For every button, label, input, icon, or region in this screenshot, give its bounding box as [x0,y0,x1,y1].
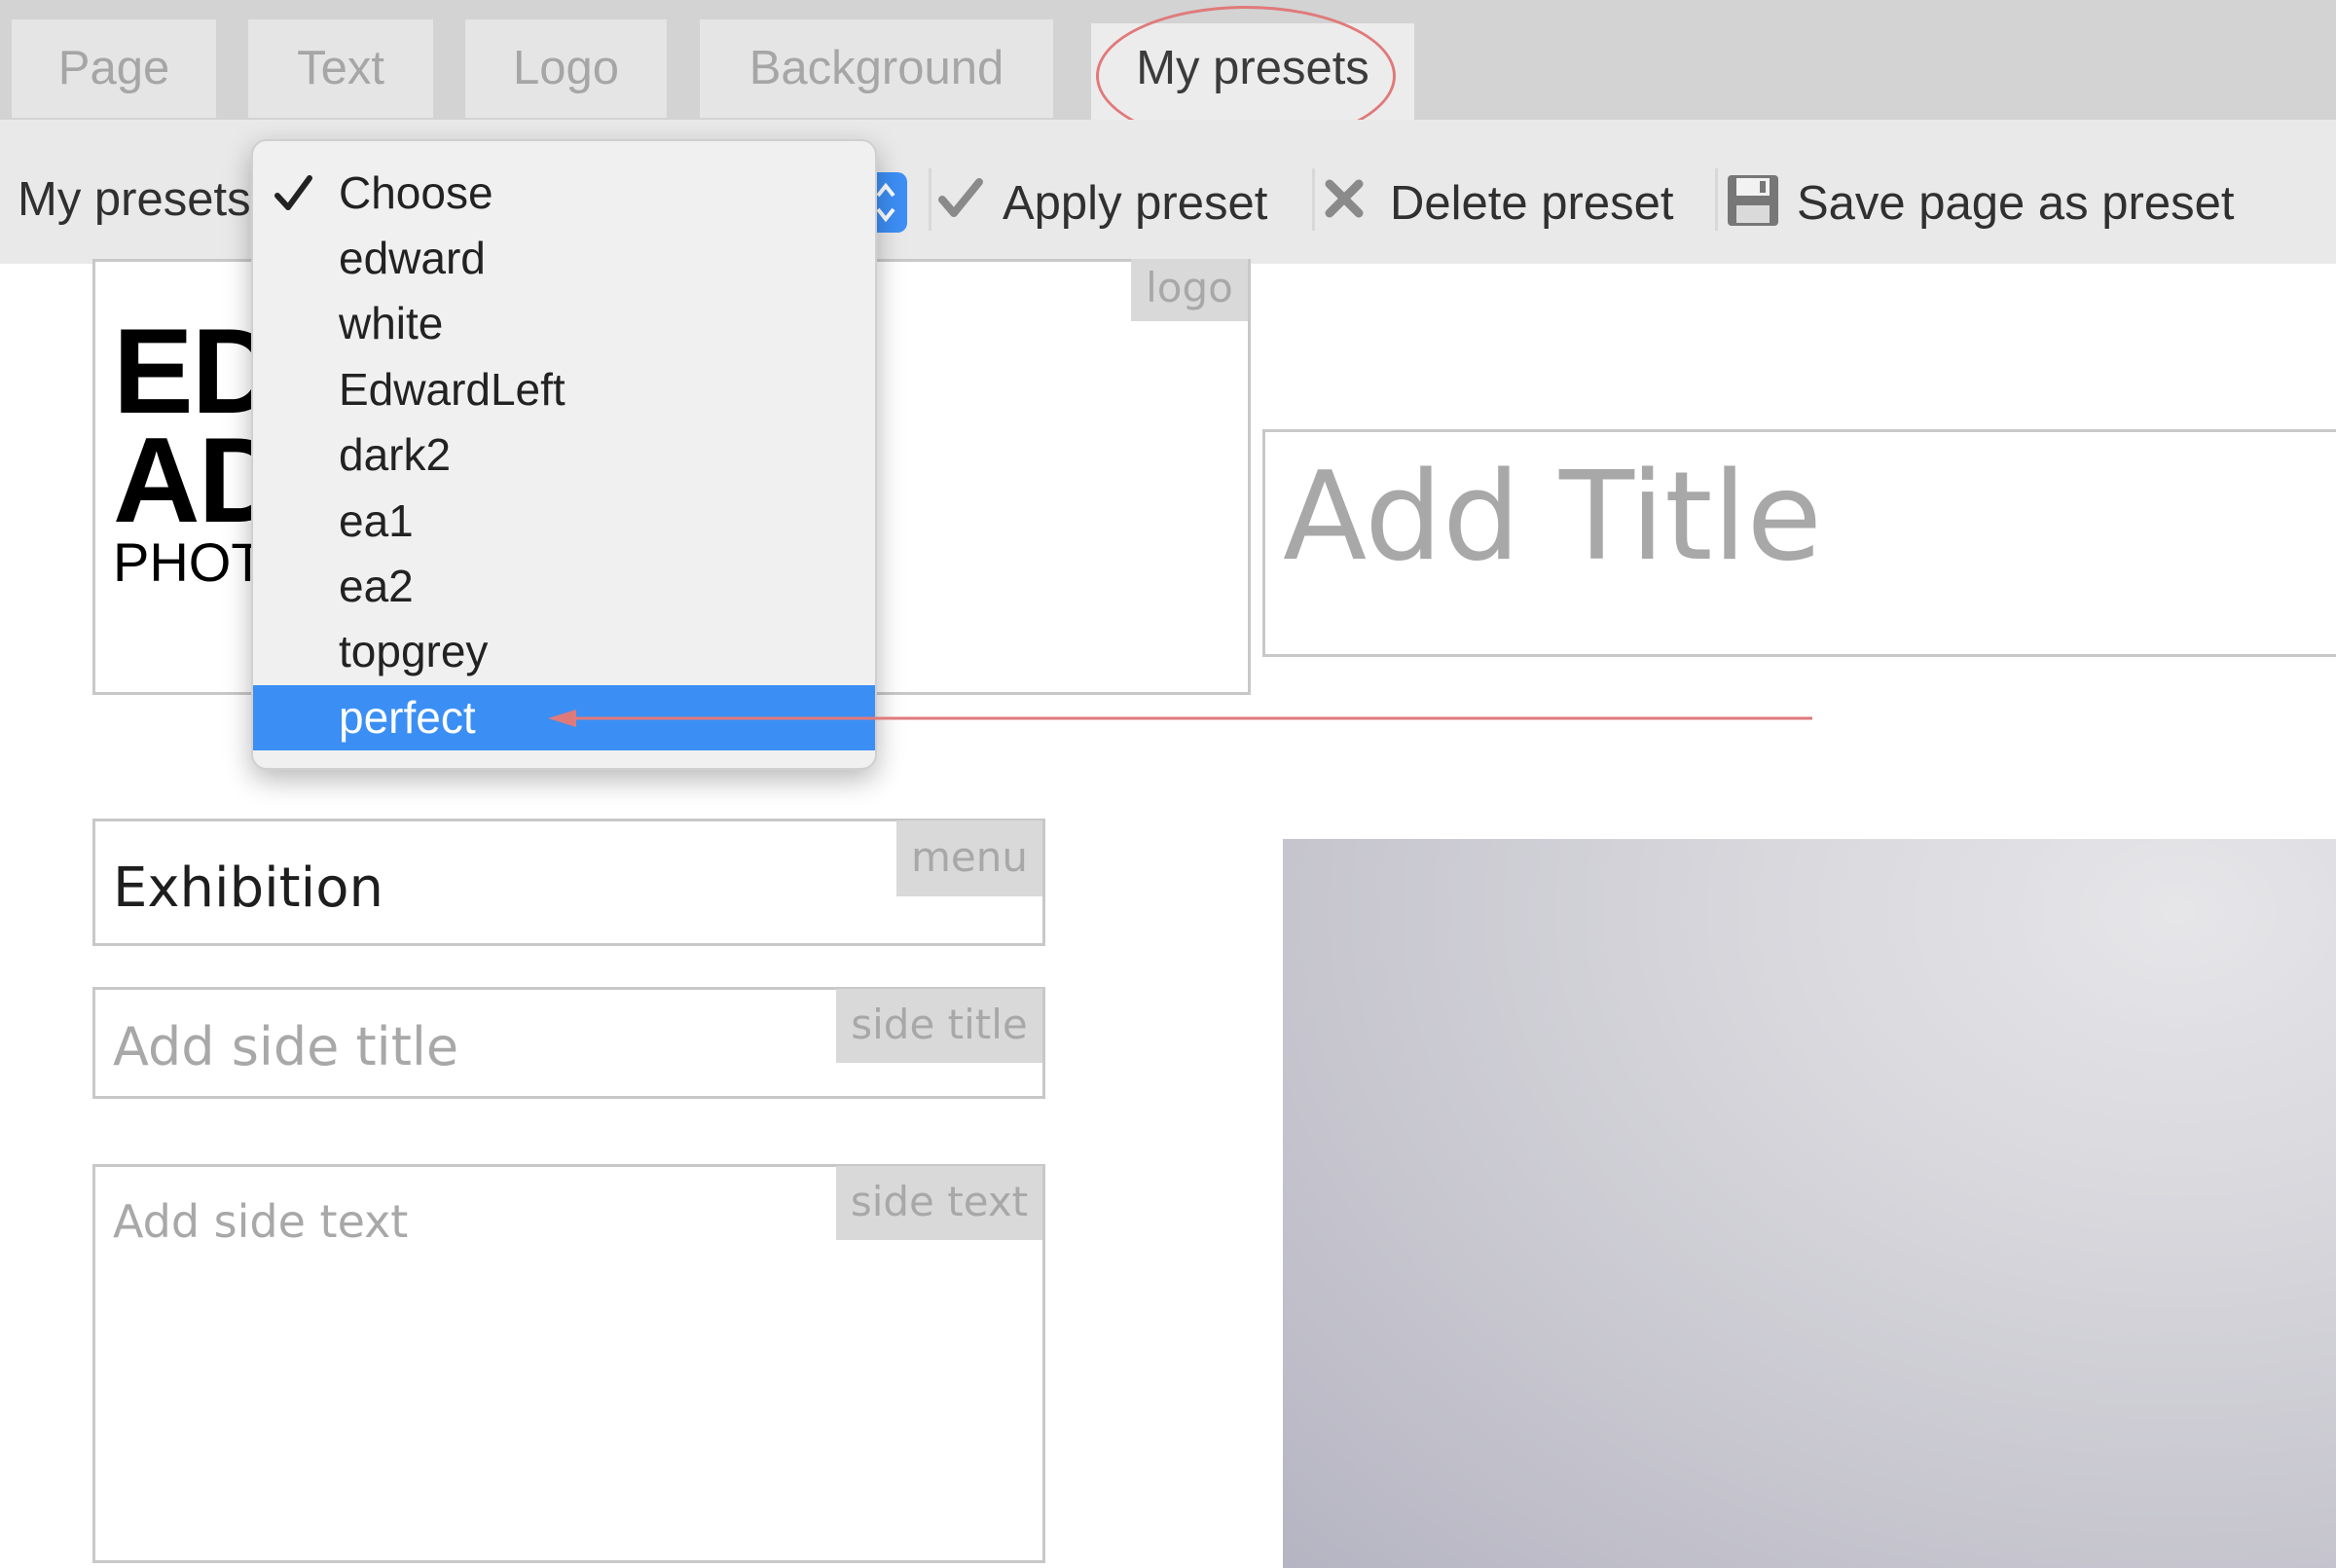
side-text-tag: side text [836,1166,1042,1240]
menu-item-exhibition[interactable]: Exhibition [113,857,383,920]
dropdown-option-edward[interactable]: edward [253,226,875,291]
toolbar-separator [1312,168,1315,231]
presets-label: My presets [18,173,251,226]
dropdown-option-dark2[interactable]: dark2 [253,422,875,488]
dropdown-option-ea2[interactable]: ea2 [253,554,875,619]
dropdown-option-white[interactable]: white [253,291,875,356]
checkmark-icon [938,178,983,217]
dropdown-option-perfect[interactable]: perfect [253,685,875,750]
dropdown-option-edwardleft[interactable]: EdwardLeft [253,357,875,422]
apply-preset-label: Apply preset [1003,177,1268,230]
dropdown-option-topgrey[interactable]: topgrey [253,619,875,684]
toolbar-separator [1715,168,1718,231]
checkmark-icon [274,175,312,210]
menu-tag: menu [896,820,1042,896]
toolbar-separator [929,168,931,231]
x-icon [1325,179,1364,218]
title-placeholder[interactable]: Add Title [1283,446,1822,588]
delete-preset-label: Delete preset [1390,177,1674,230]
dropdown-option-ea1[interactable]: ea1 [253,489,875,554]
tab-text[interactable]: Text [248,19,433,118]
side-title-placeholder[interactable]: Add side title [113,1016,458,1077]
side-title-tag: side title [836,989,1042,1063]
logo-tag: logo [1131,259,1248,321]
tab-background[interactable]: Background [700,19,1053,118]
background-photo [1283,839,2336,1568]
tab-page[interactable]: Page [12,19,216,118]
floppy-disk-icon [1728,175,1778,226]
preset-dropdown-menu: Choose edward white EdwardLeft dark2 ea1… [251,139,877,770]
dropdown-option-choose[interactable]: Choose [253,161,875,226]
tab-bar: Page Text Logo Background My presets [0,0,2336,146]
side-text-placeholder[interactable]: Add side text [113,1195,408,1248]
tab-logo[interactable]: Logo [465,19,667,118]
save-page-as-preset-label: Save page as preset [1797,177,2235,230]
